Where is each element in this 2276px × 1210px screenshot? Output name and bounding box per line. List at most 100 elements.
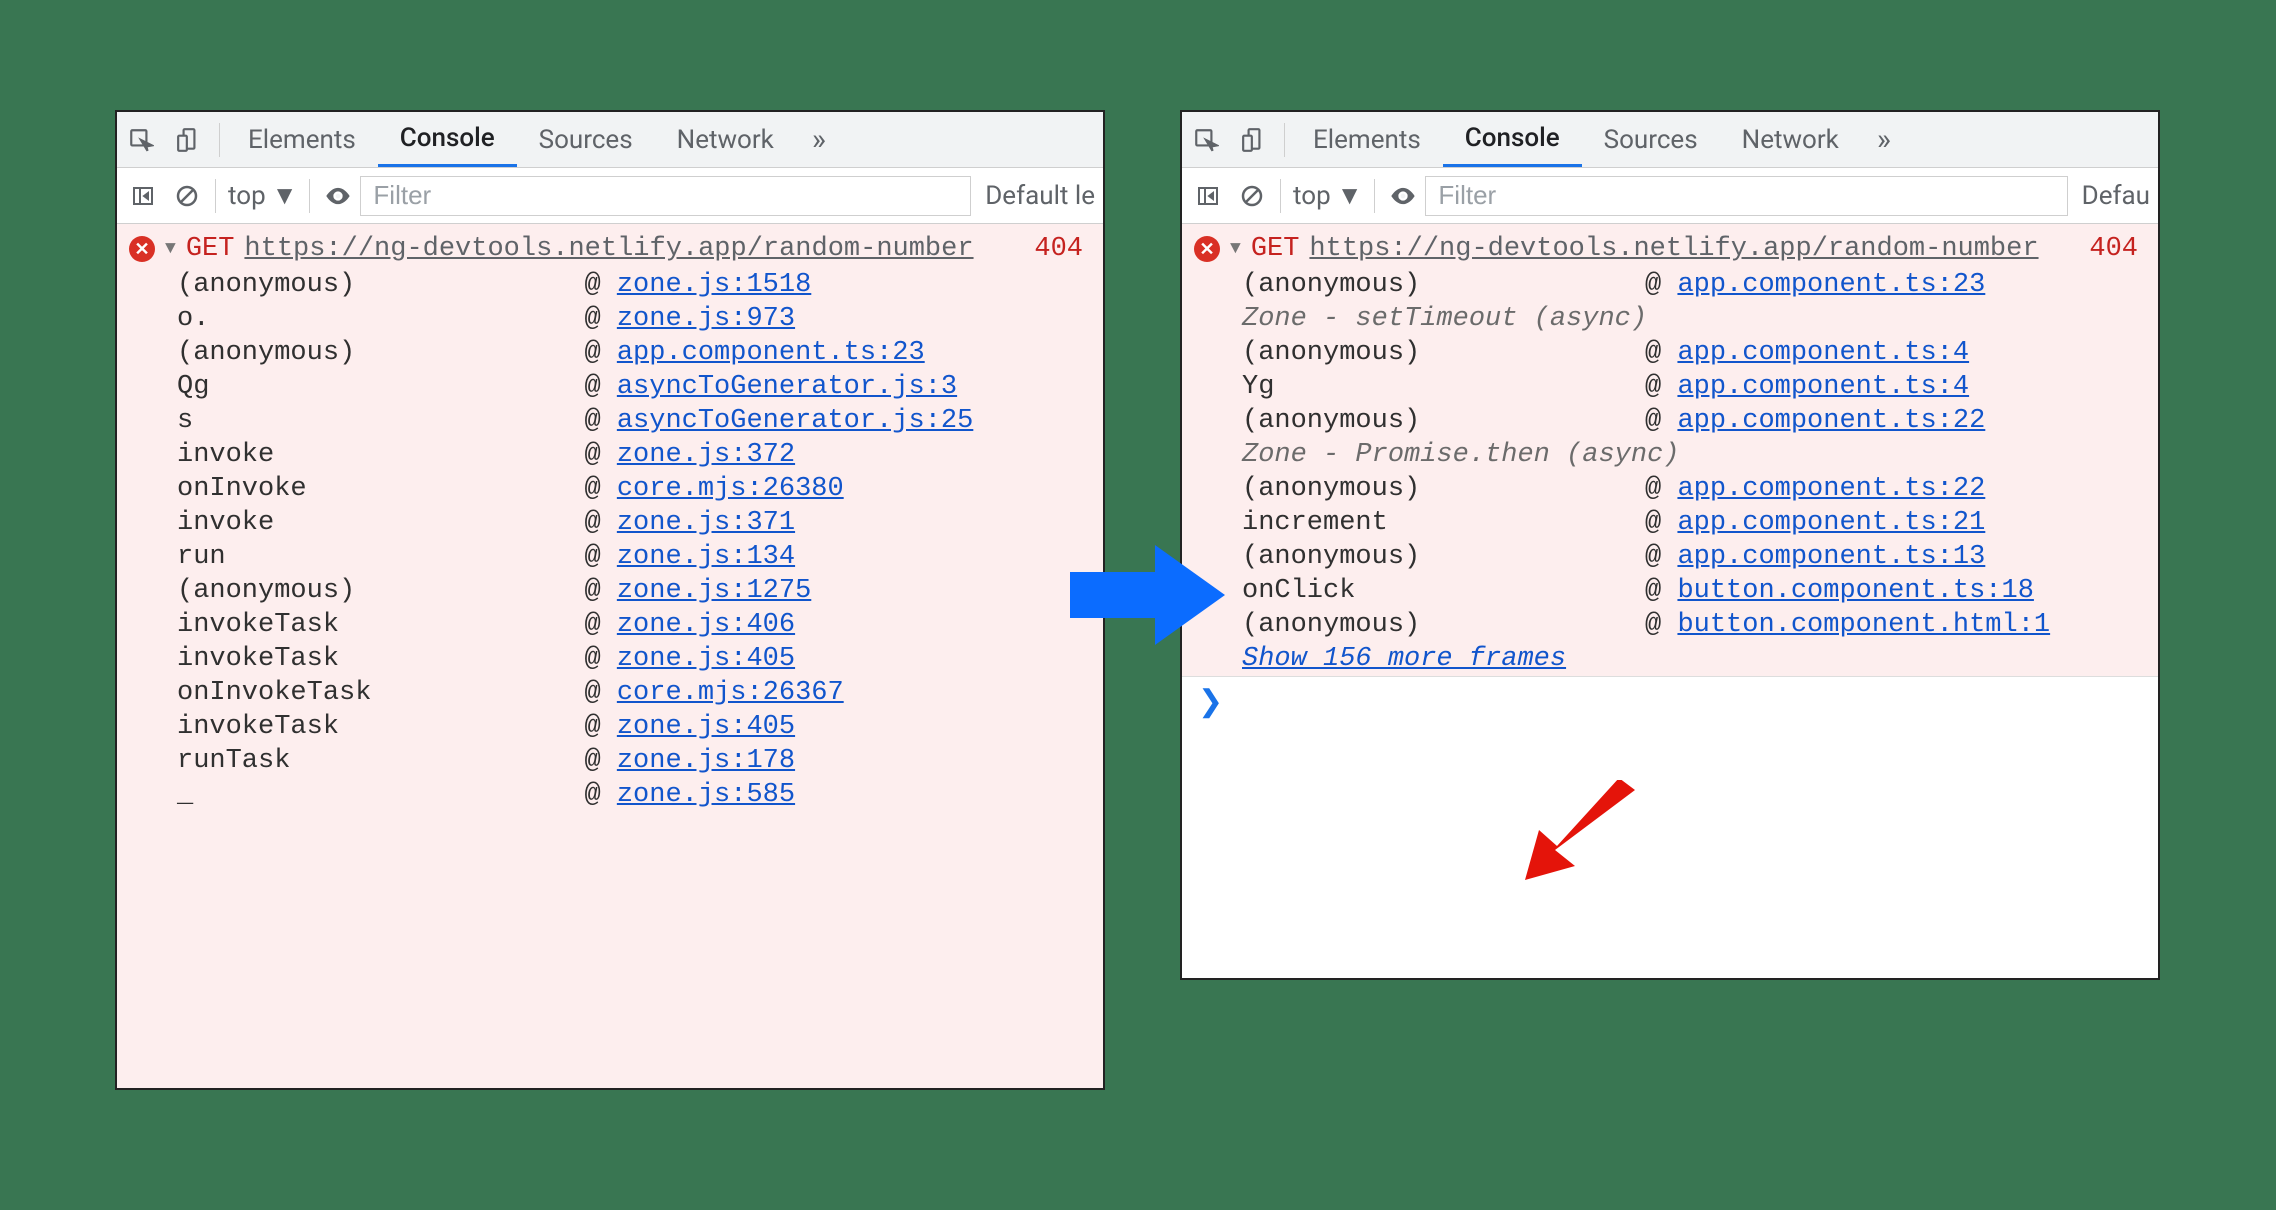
source-link[interactable]: core.mjs:26380 — [617, 474, 844, 504]
stack-function: (anonymous) — [177, 338, 584, 368]
filter-input[interactable] — [1425, 176, 2067, 216]
stack-frame: (anonymous)@ button.component.html:1 — [1182, 608, 2158, 642]
source-link[interactable]: zone.js:372 — [617, 440, 795, 470]
live-expression-icon[interactable] — [316, 174, 360, 218]
inspect-icon[interactable] — [117, 116, 165, 164]
tab-sources[interactable]: Sources — [1582, 112, 1720, 167]
sidebar-toggle-icon[interactable] — [121, 174, 165, 218]
stack-source: @ app.component.ts:21 — [1645, 508, 1985, 538]
stack-frame: Yg@ app.component.ts:4 — [1182, 370, 2158, 404]
stack-frame: invoke@ zone.js:372 — [117, 438, 1103, 472]
stack-source: @ zone.js:134 — [584, 542, 795, 572]
expand-triangle-icon[interactable]: ▼ — [1230, 239, 1241, 259]
stack-function: (anonymous) — [1242, 542, 1645, 572]
console-output: ✕ ▼ GET https://ng-devtools.netlify.app/… — [117, 224, 1103, 1088]
stack-source: @ zone.js:178 — [584, 746, 795, 776]
stack-source: @ zone.js:406 — [584, 610, 795, 640]
stack-function: o. — [177, 304, 584, 334]
source-link[interactable]: app.component.ts:22 — [1677, 406, 1985, 436]
divider — [309, 179, 310, 213]
stack-source: @ zone.js:1275 — [584, 576, 811, 606]
context-selector[interactable]: top ▼ — [222, 180, 303, 211]
source-link[interactable]: zone.js:405 — [617, 644, 795, 674]
stack-function: run — [177, 542, 584, 572]
tabbar: Elements Console Sources Network » — [1182, 112, 2158, 168]
show-more-frames-link[interactable]: Show 156 more frames — [1182, 642, 2158, 676]
stack-function: (anonymous) — [1242, 338, 1645, 368]
source-link[interactable]: asyncToGenerator.js:3 — [617, 372, 957, 402]
request-url[interactable]: https://ng-devtools.netlify.app/random-n… — [244, 234, 973, 264]
request-url[interactable]: https://ng-devtools.netlify.app/random-n… — [1309, 234, 2038, 264]
error-summary[interactable]: ✕ ▼ GET https://ng-devtools.netlify.app/… — [1182, 230, 2158, 268]
chevron-right-icon: ❯ — [1198, 684, 1223, 719]
stack-function: increment — [1242, 508, 1645, 538]
source-link[interactable]: zone.js:178 — [617, 746, 795, 776]
stack-function: invokeTask — [177, 712, 584, 742]
stack-source: @ core.mjs:26380 — [584, 474, 843, 504]
clear-console-icon[interactable] — [165, 174, 209, 218]
stack-function: invokeTask — [177, 644, 584, 674]
tab-console[interactable]: Console — [1443, 112, 1582, 167]
tab-elements[interactable]: Elements — [1291, 112, 1443, 167]
stack-frame: (anonymous)@ zone.js:1518 — [117, 268, 1103, 302]
log-level-selector[interactable]: Default le — [971, 181, 1099, 211]
stack-function: _ — [177, 780, 584, 810]
source-link[interactable]: zone.js:134 — [617, 542, 795, 572]
stack-frame: o.@ zone.js:973 — [117, 302, 1103, 336]
source-link[interactable]: app.component.ts:23 — [1677, 270, 1985, 300]
more-tabs-icon[interactable]: » — [1861, 122, 1907, 157]
device-toggle-icon[interactable] — [1230, 116, 1278, 164]
source-link[interactable]: button.component.html:1 — [1677, 610, 2050, 640]
source-link[interactable]: zone.js:406 — [617, 610, 795, 640]
stack-source: @ app.component.ts:22 — [1645, 474, 1985, 504]
source-link[interactable]: app.component.ts:23 — [617, 338, 925, 368]
source-link[interactable]: app.component.ts:21 — [1677, 508, 1985, 538]
source-link[interactable]: zone.js:1518 — [617, 270, 811, 300]
more-tabs-icon[interactable]: » — [796, 122, 842, 157]
console-output: ✕ ▼ GET https://ng-devtools.netlify.app/… — [1182, 224, 2158, 676]
chevron-down-icon: ▼ — [1337, 180, 1363, 211]
stack-source: @ app.component.ts:4 — [1645, 372, 1969, 402]
stack-source: @ button.component.ts:18 — [1645, 576, 2034, 606]
stack-function: Qg — [177, 372, 584, 402]
source-link[interactable]: zone.js:371 — [617, 508, 795, 538]
zone-label: Zone - setTimeout (async) — [1182, 302, 2158, 336]
tab-sources[interactable]: Sources — [517, 112, 655, 167]
error-summary[interactable]: ✕ ▼ GET https://ng-devtools.netlify.app/… — [117, 230, 1103, 268]
tab-network[interactable]: Network — [1720, 112, 1861, 167]
context-selector[interactable]: top ▼ — [1287, 180, 1368, 211]
stack-function: s — [177, 406, 584, 436]
source-link[interactable]: app.component.ts:13 — [1677, 542, 1985, 572]
devtools-panel-left: Elements Console Sources Network » top ▼… — [115, 110, 1105, 1090]
stack-source: @ app.component.ts:13 — [1645, 542, 1985, 572]
source-link[interactable]: zone.js:585 — [617, 780, 795, 810]
tab-elements[interactable]: Elements — [226, 112, 378, 167]
stack-function: (anonymous) — [1242, 406, 1645, 436]
stack-source: @ zone.js:973 — [584, 304, 795, 334]
console-prompt[interactable]: ❯ — [1182, 676, 2158, 726]
stack-function: runTask — [177, 746, 584, 776]
http-status: 404 — [2089, 234, 2146, 264]
source-link[interactable]: zone.js:973 — [617, 304, 795, 334]
tab-network[interactable]: Network — [655, 112, 796, 167]
source-link[interactable]: zone.js:405 — [617, 712, 795, 742]
source-link[interactable]: zone.js:1275 — [617, 576, 811, 606]
stack-source: @ zone.js:1518 — [584, 270, 811, 300]
source-link[interactable]: app.component.ts:4 — [1677, 338, 1969, 368]
expand-triangle-icon[interactable]: ▼ — [165, 239, 176, 259]
filter-input[interactable] — [360, 176, 971, 216]
source-link[interactable]: button.component.ts:18 — [1677, 576, 2033, 606]
clear-console-icon[interactable] — [1230, 174, 1274, 218]
source-link[interactable]: app.component.ts:22 — [1677, 474, 1985, 504]
source-link[interactable]: core.mjs:26367 — [617, 678, 844, 708]
source-link[interactable]: asyncToGenerator.js:25 — [617, 406, 973, 436]
live-expression-icon[interactable] — [1381, 174, 1425, 218]
tab-console[interactable]: Console — [378, 112, 517, 167]
stack-source: @ app.component.ts:4 — [1645, 338, 1969, 368]
device-toggle-icon[interactable] — [165, 116, 213, 164]
inspect-icon[interactable] — [1182, 116, 1230, 164]
source-link[interactable]: app.component.ts:4 — [1677, 372, 1969, 402]
log-level-selector[interactable]: Defau — [2068, 181, 2154, 211]
sidebar-toggle-icon[interactable] — [1186, 174, 1230, 218]
stack-source: @ app.component.ts:23 — [1645, 270, 1985, 300]
